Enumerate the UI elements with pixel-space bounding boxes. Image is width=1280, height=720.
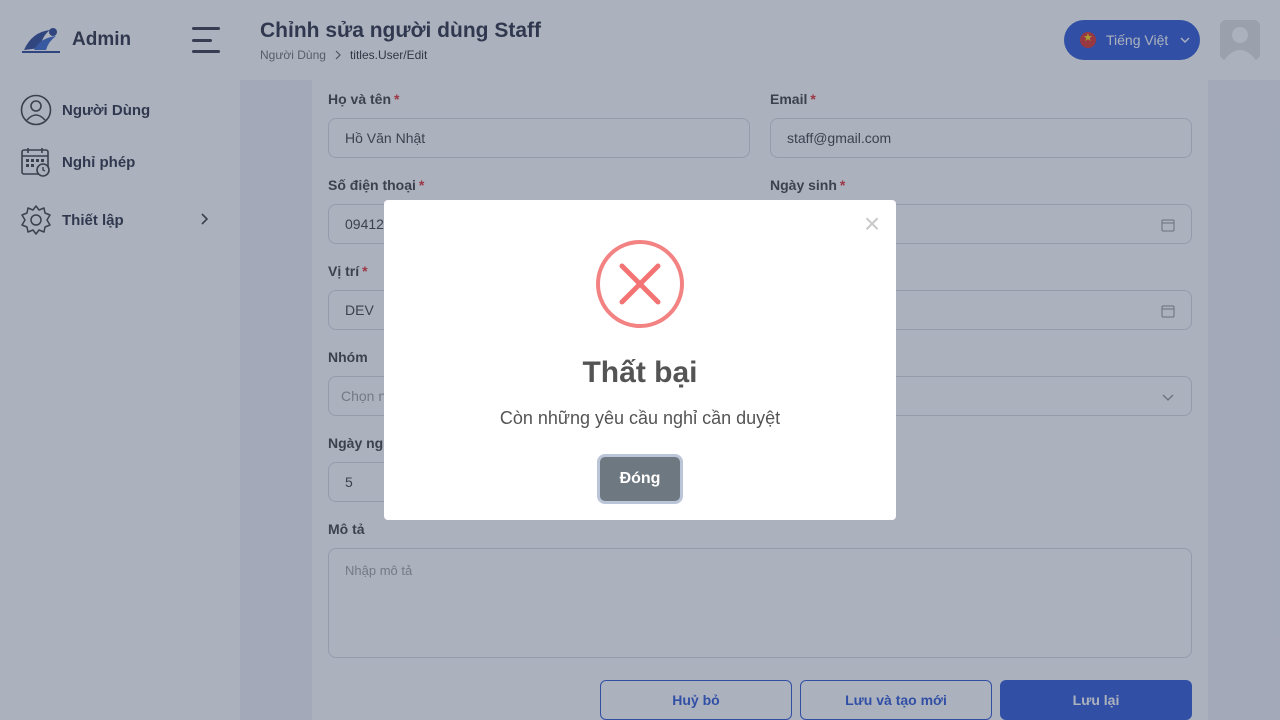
dialog-message: Còn những yêu cầu nghỉ cần duyệt [499, 408, 781, 428]
error-x-icon [596, 240, 684, 328]
dialog-title: Thất bại [582, 356, 698, 389]
close-icon[interactable]: × [862, 210, 882, 238]
error-dialog: × Thất bại Còn những yêu cầu nghỉ cần du… [384, 200, 896, 520]
dialog-close-button[interactable]: Đóng [600, 457, 680, 501]
